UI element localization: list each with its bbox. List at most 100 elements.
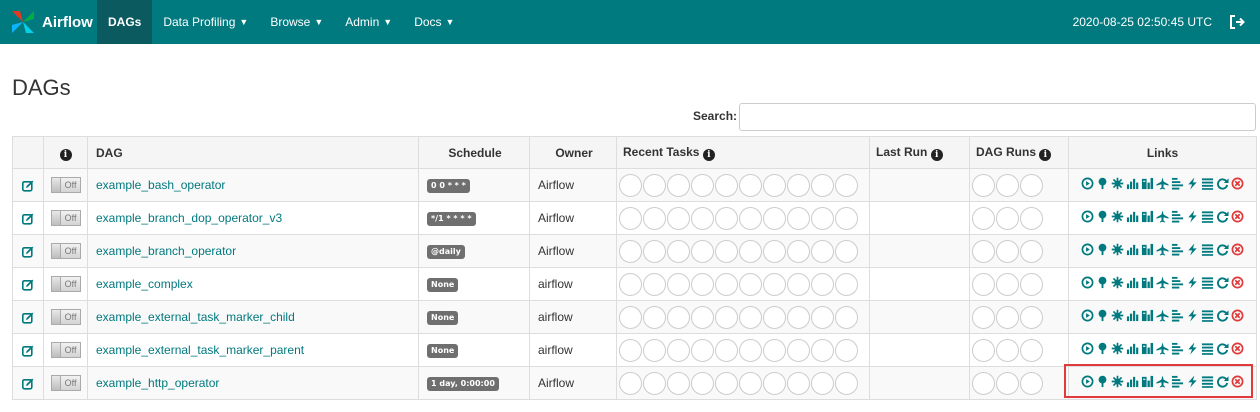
tree-view-icon[interactable]	[1096, 375, 1109, 388]
task-state-circle[interactable]	[787, 239, 810, 263]
task-state-circle[interactable]	[619, 305, 642, 329]
edit-icon[interactable]	[22, 312, 34, 324]
task-state-circle[interactable]	[811, 338, 834, 362]
task-state-circle[interactable]	[715, 305, 738, 329]
logs-icon[interactable]	[1201, 210, 1214, 223]
delete-dag-icon[interactable]	[1231, 177, 1244, 190]
task-state-circle[interactable]	[811, 173, 834, 197]
task-state-circle[interactable]	[811, 305, 834, 329]
graph-view-icon[interactable]	[1111, 375, 1124, 388]
code-view-icon[interactable]	[1186, 375, 1199, 388]
task-state-circle[interactable]	[691, 305, 714, 329]
dag-link[interactable]: example_bash_operator	[96, 178, 225, 192]
code-view-icon[interactable]	[1186, 342, 1199, 355]
refresh-icon[interactable]	[1216, 309, 1229, 322]
logout-icon[interactable]	[1228, 13, 1246, 31]
task-tries-icon[interactable]	[1141, 375, 1154, 388]
gantt-icon[interactable]	[1171, 342, 1184, 355]
landing-times-icon[interactable]	[1156, 177, 1169, 190]
task-state-circle[interactable]	[811, 206, 834, 230]
gantt-icon[interactable]	[1171, 276, 1184, 289]
task-state-circle[interactable]	[643, 371, 666, 395]
task-state-circle[interactable]	[763, 371, 786, 395]
task-state-circle[interactable]	[715, 173, 738, 197]
graph-view-icon[interactable]	[1111, 210, 1124, 223]
code-view-icon[interactable]	[1186, 309, 1199, 322]
task-state-circle[interactable]	[715, 272, 738, 296]
task-state-circle[interactable]	[643, 206, 666, 230]
task-state-circle[interactable]	[691, 371, 714, 395]
info-icon[interactable]: i	[702, 148, 715, 161]
task-state-circle[interactable]	[835, 239, 858, 263]
task-tries-icon[interactable]	[1141, 309, 1154, 322]
task-state-circle[interactable]	[811, 371, 834, 395]
edit-icon[interactable]	[22, 180, 34, 192]
task-state-circle[interactable]	[643, 272, 666, 296]
task-duration-icon[interactable]	[1126, 276, 1139, 289]
landing-times-icon[interactable]	[1156, 276, 1169, 289]
task-state-circle[interactable]	[835, 338, 858, 362]
task-state-circle[interactable]	[787, 206, 810, 230]
task-duration-icon[interactable]	[1126, 210, 1139, 223]
task-state-circle[interactable]	[787, 371, 810, 395]
task-state-circle[interactable]	[787, 305, 810, 329]
task-state-circle[interactable]	[667, 338, 690, 362]
run-state-circle[interactable]	[972, 206, 995, 230]
tree-view-icon[interactable]	[1096, 210, 1109, 223]
header-owner[interactable]: Owner	[529, 136, 617, 169]
graph-view-icon[interactable]	[1111, 309, 1124, 322]
task-state-circle[interactable]	[763, 305, 786, 329]
trigger-dag-icon[interactable]	[1081, 309, 1094, 322]
landing-times-icon[interactable]	[1156, 243, 1169, 256]
run-state-circle[interactable]	[996, 173, 1019, 197]
task-state-circle[interactable]	[715, 371, 738, 395]
task-duration-icon[interactable]	[1126, 309, 1139, 322]
task-tries-icon[interactable]	[1141, 177, 1154, 190]
edit-icon[interactable]	[22, 345, 34, 357]
header-dag[interactable]: DAG	[87, 136, 419, 169]
task-state-circle[interactable]	[643, 239, 666, 263]
task-state-circle[interactable]	[739, 338, 762, 362]
task-state-circle[interactable]	[835, 305, 858, 329]
logs-icon[interactable]	[1201, 309, 1214, 322]
logs-icon[interactable]	[1201, 276, 1214, 289]
task-state-circle[interactable]	[619, 239, 642, 263]
task-tries-icon[interactable]	[1141, 276, 1154, 289]
dag-link[interactable]: example_branch_dop_operator_v3	[96, 211, 282, 225]
trigger-dag-icon[interactable]	[1081, 177, 1094, 190]
task-state-circle[interactable]	[811, 239, 834, 263]
delete-dag-icon[interactable]	[1231, 243, 1244, 256]
task-state-circle[interactable]	[763, 173, 786, 197]
logs-icon[interactable]	[1201, 243, 1214, 256]
run-state-circle[interactable]	[972, 305, 995, 329]
dag-toggle[interactable]: Off	[50, 276, 81, 292]
task-state-circle[interactable]	[763, 239, 786, 263]
task-tries-icon[interactable]	[1141, 342, 1154, 355]
gantt-icon[interactable]	[1171, 210, 1184, 223]
task-state-circle[interactable]	[691, 173, 714, 197]
trigger-dag-icon[interactable]	[1081, 276, 1094, 289]
task-tries-icon[interactable]	[1141, 243, 1154, 256]
task-state-circle[interactable]	[691, 272, 714, 296]
nav-dags[interactable]: DAGs	[97, 0, 153, 44]
task-state-circle[interactable]	[667, 305, 690, 329]
refresh-icon[interactable]	[1216, 177, 1229, 190]
refresh-icon[interactable]	[1216, 276, 1229, 289]
run-state-circle[interactable]	[996, 206, 1019, 230]
trigger-dag-icon[interactable]	[1081, 210, 1094, 223]
tree-view-icon[interactable]	[1096, 276, 1109, 289]
run-state-circle[interactable]	[1020, 272, 1043, 296]
delete-dag-icon[interactable]	[1231, 309, 1244, 322]
task-state-circle[interactable]	[643, 305, 666, 329]
task-state-circle[interactable]	[787, 338, 810, 362]
dag-toggle[interactable]: Off	[50, 342, 81, 358]
edit-icon[interactable]	[22, 213, 34, 225]
task-state-circle[interactable]	[667, 206, 690, 230]
nav-admin[interactable]: Admin ▼	[334, 0, 403, 44]
info-icon[interactable]: i	[59, 148, 72, 161]
nav-browse[interactable]: Browse ▼	[259, 0, 334, 44]
tree-view-icon[interactable]	[1096, 309, 1109, 322]
dag-link[interactable]: example_http_operator	[96, 376, 219, 390]
landing-times-icon[interactable]	[1156, 309, 1169, 322]
graph-view-icon[interactable]	[1111, 243, 1124, 256]
